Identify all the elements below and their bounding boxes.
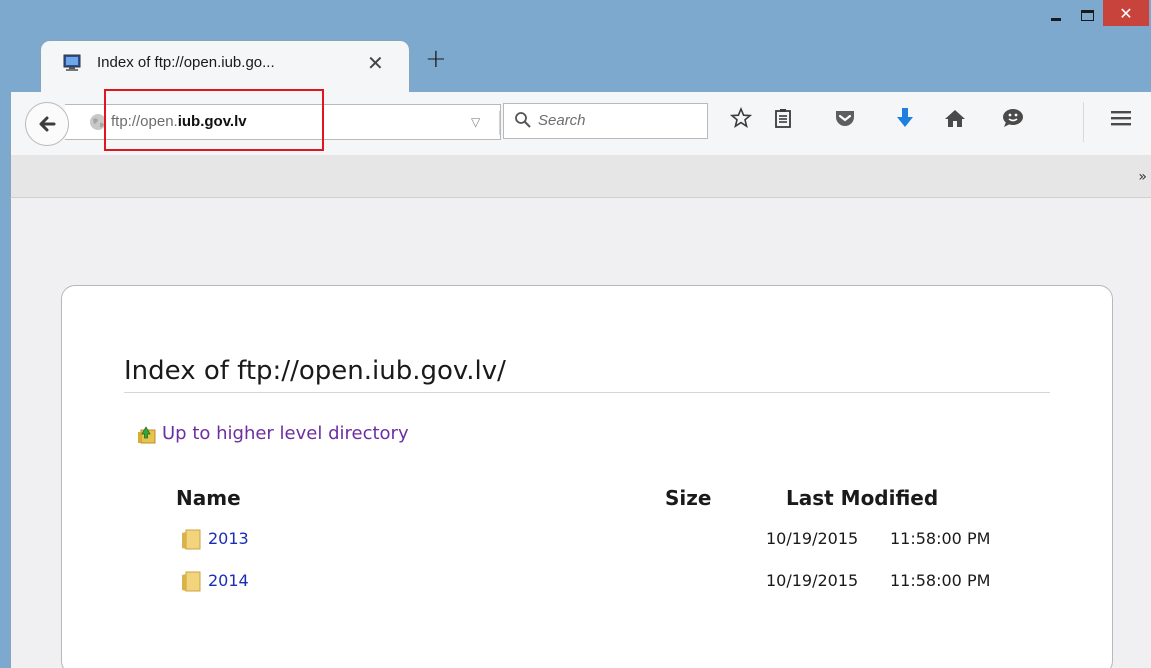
tab-title: Index of ftp://open.iub.go... [97,54,275,71]
up-directory-label: Up to higher level directory [162,423,409,444]
back-button[interactable] [25,102,69,146]
page-title: Index of ftp://open.iub.gov.lv/ [124,356,506,386]
column-header-name[interactable]: Name [176,486,241,510]
maximize-button[interactable] [1071,0,1103,30]
search-input[interactable]: Search [538,112,586,129]
hamburger-menu-icon [1111,111,1131,126]
row-time: 11:58:00 PM [890,571,991,590]
home-icon [945,110,965,127]
menu-button[interactable] [1109,106,1133,130]
title-divider [124,392,1050,393]
search-icon [515,112,531,128]
folder-link-2014[interactable]: 2014 [208,571,249,590]
home-button[interactable] [943,106,967,130]
download-arrow-icon [897,108,913,127]
pocket-icon [836,111,854,126]
url-divider [499,111,500,135]
tab-ftp-index[interactable]: Index of ftp://open.iub.go... ✕ [40,40,410,92]
back-arrow-icon [39,116,56,132]
column-header-size[interactable]: Size [665,486,711,510]
chat-smiley-icon [1003,109,1023,127]
folder-icon [182,529,201,550]
row-date: 10/19/2015 [766,529,859,548]
tab-close-icon[interactable]: ✕ [367,51,384,75]
close-window-button[interactable]: ✕ [1103,0,1149,26]
bookmarks-toolbar: » [10,155,1151,197]
url-highlight-box [104,89,324,151]
close-icon: ✕ [1119,3,1133,23]
downloads-button[interactable] [893,106,917,130]
pocket-button[interactable] [833,106,857,130]
row-time: 11:58:00 PM [890,529,991,548]
toolbar-divider [1083,102,1084,142]
table-row: 2013 10/19/2015 11:58:00 PM [62,525,1114,555]
window-controls: ✕ [1041,0,1151,30]
bookmark-star-button[interactable] [729,106,753,130]
new-tab-button[interactable]: + [425,44,447,74]
directory-listing-card: Index of ftp://open.iub.gov.lv/ Up to hi… [61,285,1113,668]
page-content: Index of ftp://open.iub.gov.lv/ Up to hi… [10,197,1151,668]
clipboard-icon [775,109,791,128]
title-bar: ✕ Index of ftp://open.iub.go... ✕ + [0,0,1151,92]
folder-icon [182,571,201,592]
maximize-icon [1080,9,1094,21]
star-icon [730,107,752,128]
search-bar[interactable]: Search [503,103,708,139]
minimize-button[interactable] [1041,0,1071,30]
table-row: 2014 10/19/2015 11:58:00 PM [62,567,1114,597]
hello-chat-button[interactable] [1001,106,1025,130]
up-folder-icon [138,425,156,443]
url-dropdown-icon[interactable]: ▽ [471,115,480,129]
minimize-icon [1051,17,1061,21]
up-directory-link[interactable]: Up to higher level directory [136,423,409,444]
row-date: 10/19/2015 [766,571,859,590]
column-header-last-modified[interactable]: Last Modified [786,486,938,510]
monitor-icon [63,54,81,71]
folder-link-2013[interactable]: 2013 [208,529,249,548]
reading-list-button[interactable] [771,106,795,130]
bookmarks-overflow-icon[interactable]: » [1138,169,1147,185]
